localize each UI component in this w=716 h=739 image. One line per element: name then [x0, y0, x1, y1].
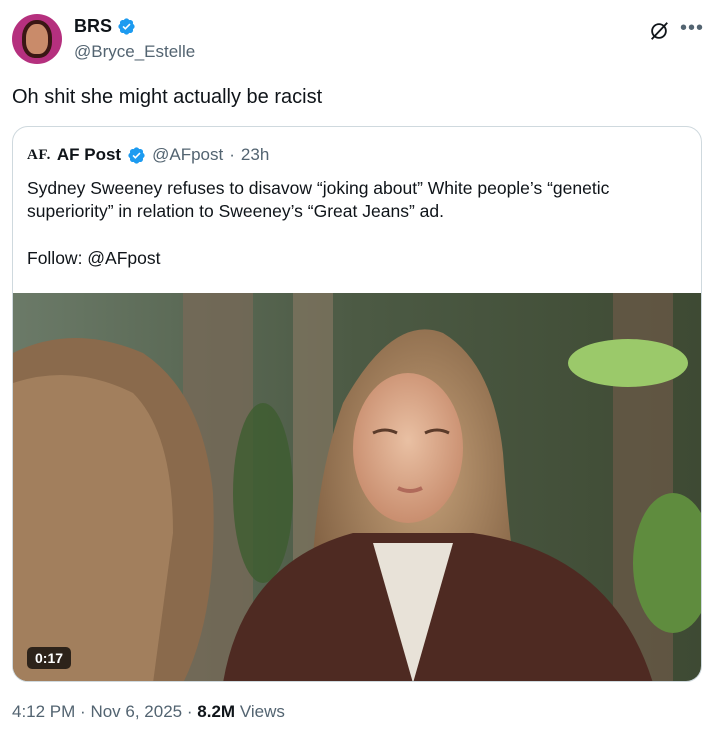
more-icon[interactable]: ••• [680, 18, 704, 38]
quoted-time: 23h [240, 145, 270, 164]
footer-separator: · [80, 702, 86, 721]
tweet-text: Oh shit she might actually be racist [12, 86, 323, 108]
quoted-header: AF. AF Post @AFpost · 23h [27, 145, 269, 165]
quoted-avatar-logo: AF. [27, 146, 51, 163]
verified-badge-icon [118, 18, 135, 35]
author-name[interactable]: BRS [74, 16, 112, 37]
views-count: 8.2M [197, 702, 236, 721]
video-frame [13, 293, 701, 681]
post-date[interactable]: Nov 6, 2025 [90, 702, 182, 721]
quoted-body-text: Sydney Sweeney refuses to disavow “jokin… [27, 178, 610, 221]
quoted-tweet[interactable]: AF. AF Post @AFpost · 23h Sydney Sweeney… [12, 126, 702, 682]
grok-icon[interactable] [648, 20, 670, 42]
post-time[interactable]: 4:12 PM [12, 702, 75, 721]
author-name-row: BRS [74, 16, 136, 37]
quoted-follow-text: Follow: @AFpost [27, 248, 161, 268]
tweet-footer: 4:12 PM · Nov 6, 2025 · 8.2M Views [12, 702, 285, 722]
author-handle[interactable]: @Bryce_Estelle [74, 42, 195, 62]
video-player[interactable]: 0:17 [13, 293, 701, 681]
quoted-separator: · [229, 145, 235, 164]
quoted-handle: @AFpost [152, 145, 224, 164]
avatar[interactable] [12, 14, 62, 64]
video-duration: 0:17 [27, 647, 72, 669]
quoted-author-name: AF Post [56, 145, 122, 164]
footer-separator: · [186, 702, 193, 721]
quoted-body: Sydney Sweeney refuses to disavow “jokin… [27, 177, 687, 270]
tweet-header: BRS @Bryce_Estelle ••• [12, 14, 704, 68]
quoted-verified-badge-icon [128, 146, 145, 164]
views-label: Views [239, 702, 285, 721]
